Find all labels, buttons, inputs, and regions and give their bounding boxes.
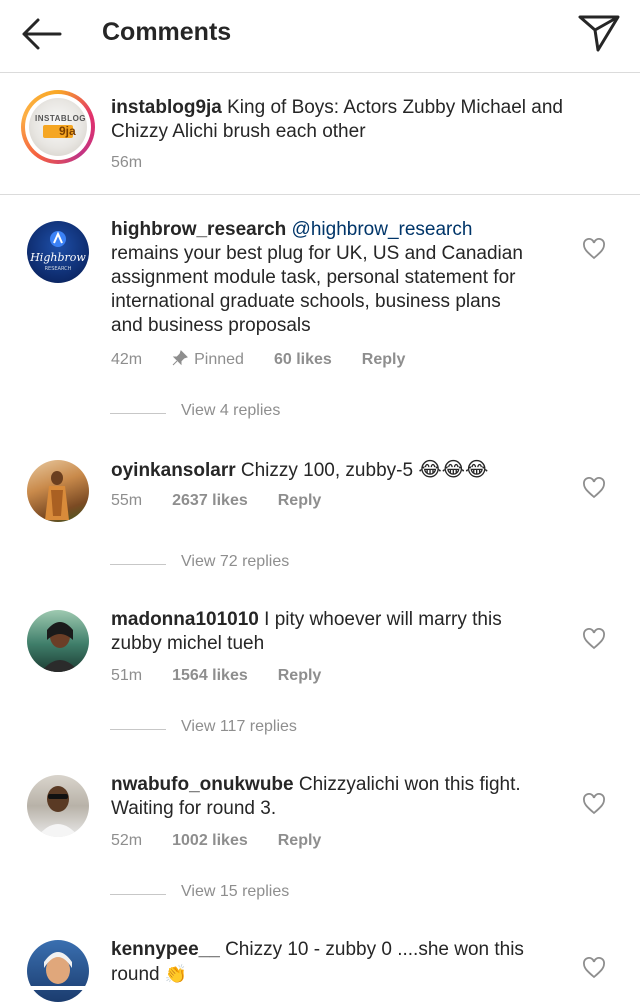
avatar[interactable] xyxy=(27,460,89,522)
caption-text: instablog9ja King of Boys: Actors Zubby … xyxy=(111,96,611,144)
comment-text: kennypee__ Chizzy 10 - zubby 0 ....she w… xyxy=(111,938,581,987)
divider-line xyxy=(110,729,166,730)
comment-text: oyinkansolarr Chizzy 100, zubby-5 😂😂😂 xyxy=(111,458,581,483)
comment-timestamp: 42m xyxy=(111,351,143,368)
avatar[interactable] xyxy=(27,775,89,837)
likes-count[interactable]: 60 likes xyxy=(274,351,332,368)
reply-button[interactable]: Reply xyxy=(278,667,322,684)
logo-text: INSTABLOG xyxy=(35,114,87,123)
caption-meta: 56m xyxy=(111,154,172,172)
user-photo-icon xyxy=(45,471,69,520)
divider-line xyxy=(110,413,166,414)
comment-username[interactable]: nwabufo_onukwube xyxy=(111,774,294,795)
post-caption: INSTABLOG 9ja instablog9ja King of Boys:… xyxy=(0,72,640,195)
comment-username[interactable]: madonna101010 xyxy=(111,609,259,630)
divider-line xyxy=(110,564,166,565)
caption-body: King of Boys: Actors Zubby Michael and xyxy=(221,97,563,118)
view-replies-text: View 72 replies xyxy=(181,553,290,570)
comment-body: I pity whoever will marry this xyxy=(258,609,502,630)
comment-meta: 51m 1564 likes Reply xyxy=(111,667,351,685)
comment-body-line2: round xyxy=(111,964,165,985)
like-button[interactable] xyxy=(582,793,606,815)
page-title: Comments xyxy=(102,18,232,46)
comment-timestamp: 55m xyxy=(111,492,143,509)
comment-line: and business proposals xyxy=(111,315,311,336)
view-replies-button[interactable]: View 117 replies xyxy=(110,718,340,742)
arrow-left-icon xyxy=(22,18,62,50)
comment-line: assignment module task, personal stateme… xyxy=(111,267,516,288)
comment-username[interactable]: kennypee__ xyxy=(111,939,220,960)
comment-meta: 52m 1002 likes Reply xyxy=(111,832,351,850)
view-replies-text: View 4 replies xyxy=(181,402,281,419)
comment-body: Chizzy 100, zubby-5 xyxy=(235,460,419,481)
laughing-emoji: 😂😂😂 xyxy=(418,459,489,481)
comment-meta: 42m Pinned 60 likes Reply xyxy=(111,350,435,369)
comment-line: remains your best plug for UK, US and Ca… xyxy=(111,243,523,264)
divider-line xyxy=(110,894,166,895)
view-replies-text: View 15 replies xyxy=(181,883,290,900)
avatar[interactable]: Highbrow RESEARCH xyxy=(27,221,89,283)
comment-username[interactable]: oyinkansolarr xyxy=(111,460,236,481)
like-button[interactable] xyxy=(582,477,606,499)
back-button[interactable] xyxy=(18,14,64,54)
like-button[interactable] xyxy=(582,957,606,979)
svg-text:RESEARCH: RESEARCH xyxy=(45,266,72,272)
user-photo-icon xyxy=(41,622,79,672)
header-bar: Comments xyxy=(0,0,640,73)
comment-body: Chizzy 10 - zubby 0 ....she won this xyxy=(219,939,524,960)
mention-link[interactable]: @highbrow_research xyxy=(286,219,473,240)
comment-timestamp: 52m xyxy=(111,832,143,849)
clapping-emoji: 👏 xyxy=(164,964,188,984)
pin-icon xyxy=(172,350,189,366)
caption-timestamp: 56m xyxy=(111,154,143,171)
comment-body: Chizzyalichi won this fight. xyxy=(293,774,521,795)
share-button[interactable] xyxy=(576,12,622,54)
comment-text: madonna101010 I pity whoever will marry … xyxy=(111,608,581,656)
comment-body-line2: zubby michel tueh xyxy=(111,633,265,654)
comment-meta: 55m 2637 likes Reply xyxy=(111,492,351,510)
heart-outline-icon xyxy=(583,477,605,499)
avatar[interactable]: INSTABLOG 9ja xyxy=(21,90,95,164)
pinned-text: Pinned xyxy=(194,351,244,368)
logo-badge-text: 9ja xyxy=(59,124,76,138)
avatar[interactable] xyxy=(27,610,89,672)
comment-timestamp: 51m xyxy=(111,667,143,684)
likes-count[interactable]: 1564 likes xyxy=(172,667,248,684)
caption-body-line2: Chizzy Alichi brush each other xyxy=(111,121,366,142)
view-replies-button[interactable]: View 72 replies xyxy=(110,553,330,577)
heart-outline-icon xyxy=(583,793,605,815)
reply-button[interactable]: Reply xyxy=(362,351,406,368)
comment-line: international graduate schools, business… xyxy=(111,291,501,312)
reply-button[interactable]: Reply xyxy=(278,492,322,509)
reply-button[interactable]: Reply xyxy=(278,832,322,849)
paper-plane-icon xyxy=(578,15,620,52)
avatar[interactable] xyxy=(27,940,89,1002)
likes-count[interactable]: 1002 likes xyxy=(172,832,248,849)
highbrow-logo-icon: Highbrow RESEARCH xyxy=(29,231,86,272)
caption-username[interactable]: instablog9ja xyxy=(111,97,222,118)
pinned-label: Pinned xyxy=(172,350,244,368)
instablog9ja-logo: INSTABLOG 9ja xyxy=(29,98,87,156)
like-button[interactable] xyxy=(582,628,606,650)
comment-username[interactable]: highbrow_research xyxy=(111,219,286,240)
heart-outline-icon xyxy=(583,957,605,979)
like-button[interactable] xyxy=(582,238,606,260)
bottom-edge xyxy=(0,986,640,990)
comment-body-line2: Waiting for round 3. xyxy=(111,798,277,819)
heart-outline-icon xyxy=(583,238,605,260)
view-replies-button[interactable]: View 15 replies xyxy=(110,883,330,907)
svg-text:Highbrow: Highbrow xyxy=(29,251,86,264)
likes-count[interactable]: 2637 likes xyxy=(172,492,248,509)
user-photo-icon xyxy=(37,786,79,837)
comment-text: highbrow_research @highbrow_research rem… xyxy=(111,218,581,338)
user-photo-icon xyxy=(44,952,72,984)
comment-text: nwabufo_onukwube Chizzyalichi won this f… xyxy=(111,773,581,821)
view-replies-text: View 117 replies xyxy=(181,718,297,735)
heart-outline-icon xyxy=(583,628,605,650)
view-replies-button[interactable]: View 4 replies xyxy=(110,402,310,426)
